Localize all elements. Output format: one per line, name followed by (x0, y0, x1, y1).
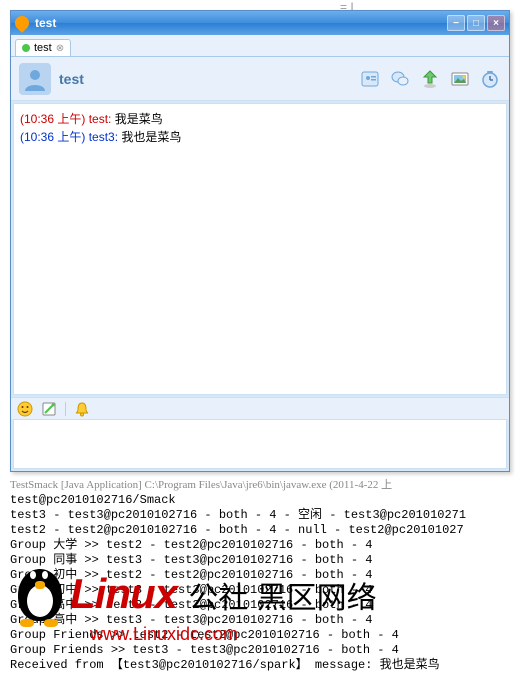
send-file-icon[interactable] (419, 68, 441, 90)
console-line: Group 高中 >> test3 - test3@pc2010102716 -… (10, 613, 518, 628)
tab-close-icon[interactable]: ⊗ (56, 43, 64, 54)
note-icon[interactable] (41, 401, 57, 417)
console-line: test@pc2010102716/Smack (10, 493, 518, 508)
message-text: 我是菜鸟 (111, 112, 162, 126)
history-icon[interactable] (389, 68, 411, 90)
maximize-button[interactable]: □ (467, 15, 485, 31)
console-line: Group 初中 >> test3 - test3@pc2010102716 -… (10, 583, 518, 598)
message-meta: (10:36 上午) test: (20, 112, 111, 126)
console-header: TestSmack [Java Application] C:\Program … (10, 478, 518, 493)
tab-strip: test ⊗ (11, 35, 509, 57)
clock-icon[interactable] (479, 68, 501, 90)
separator (65, 402, 66, 416)
chat-message: (10:36 上午) test3: 我也是菜鸟 (20, 128, 500, 146)
close-button[interactable]: × (487, 15, 505, 31)
avatar (19, 63, 51, 95)
profile-icon[interactable] (359, 68, 381, 90)
tab-label: test (34, 42, 52, 54)
chat-area: (10:36 上午) test: 我是菜鸟(10:36 上午) test3: 我… (13, 103, 507, 395)
screenshot-icon[interactable] (449, 68, 471, 90)
chat-window: test − □ × test ⊗ test (10, 10, 510, 472)
titlebar: test − □ × (11, 11, 509, 35)
console-output: TestSmack [Java Application] C:\Program … (10, 478, 518, 673)
console-line: Group Friends >> test3 - test3@pc2010102… (10, 643, 518, 658)
console-line: test2 - test2@pc2010102716 - both - 4 - … (10, 523, 518, 538)
buzz-icon[interactable] (74, 401, 90, 417)
console-line: Group 大学 >> test2 - test2@pc2010102716 -… (10, 538, 518, 553)
message-input[interactable] (14, 420, 506, 468)
input-toolbar (11, 397, 509, 419)
console-line: test3 - test3@pc2010102716 - both - 4 - … (10, 508, 518, 523)
console-line: Group Friends >> test2 - test2@pc2010102… (10, 628, 518, 643)
input-area (13, 419, 507, 469)
console-line: Group 初中 >> test2 - test2@pc2010102716 -… (10, 568, 518, 583)
console-line: Group 高中 >> test2 - test2@pc2010102716 -… (10, 598, 518, 613)
message-text: 我也是菜鸟 (118, 130, 181, 144)
contact-name: test (59, 71, 359, 87)
chat-message: (10:36 上午) test: 我是菜鸟 (20, 110, 500, 128)
app-icon (12, 13, 32, 33)
emoji-icon[interactable] (17, 401, 33, 417)
minimize-button[interactable]: − (447, 15, 465, 31)
message-meta: (10:36 上午) test3: (20, 130, 118, 144)
presence-dot-icon (22, 44, 30, 52)
watermark-url: www.Linuxidc.com (90, 624, 238, 645)
header-row: test (11, 57, 509, 101)
console-line: Group 同事 >> test3 - test3@pc2010102716 -… (10, 553, 518, 568)
tab-test[interactable]: test ⊗ (15, 39, 71, 56)
window-title: test (35, 16, 56, 30)
console-line: Received from 【test3@pc2010102716/spark】… (10, 658, 518, 673)
